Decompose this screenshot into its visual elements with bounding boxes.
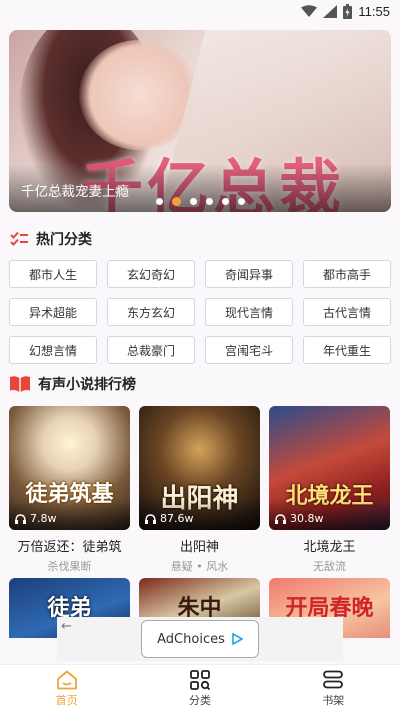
book-cover: 北境龙王 30.8w <box>269 406 390 530</box>
banner-caption: 千亿总裁宠妻上瘾 <box>21 184 129 200</box>
book-tag: 悬疑 • 风水 <box>170 560 229 573</box>
banner-carousel[interactable]: 千亿总裁 千亿总裁宠妻上瘾 <box>9 30 391 212</box>
category-tag[interactable]: 现代言情 <box>205 298 293 326</box>
checklist-icon <box>10 231 28 246</box>
book-card[interactable]: 徒弟筑基 7.8w 万倍返还：徒弟筑 杀伐果断 <box>9 406 130 574</box>
home-icon <box>56 670 77 689</box>
adchoices-button[interactable]: AdChoices <box>141 620 259 658</box>
category-icon <box>190 669 210 690</box>
book-title: 出阳神 <box>179 540 219 555</box>
play-count: 30.8w <box>275 512 324 525</box>
headphones-icon <box>275 513 286 524</box>
category-tag[interactable]: 异术超能 <box>9 298 97 326</box>
carousel-dot[interactable] <box>171 197 181 206</box>
carousel-dot[interactable] <box>237 198 245 205</box>
category-tag[interactable]: 幻想言情 <box>9 336 97 364</box>
category-tag[interactable]: 年代重生 <box>303 336 391 364</box>
carousel-dot[interactable] <box>189 198 197 205</box>
carousel-dot[interactable] <box>155 198 163 205</box>
bottom-tab-bar: 首页 分类 书架 <box>0 664 400 712</box>
category-tag[interactable]: 东方玄幻 <box>107 298 195 326</box>
category-tag[interactable]: 总裁豪门 <box>107 336 195 364</box>
book-card[interactable]: 出阳神 87.6w 出阳神 悬疑 • 风水 <box>139 406 260 574</box>
category-tag[interactable]: 奇闻异事 <box>205 260 293 288</box>
category-tag[interactable]: 宫闱宅斗 <box>205 336 293 364</box>
book-title: 万倍返还：徒弟筑 <box>17 540 122 555</box>
signal-icon <box>323 5 338 18</box>
category-grid: 都市人生 玄幻奇幻 奇闻异事 都市高手 异术超能 东方玄幻 现代言情 古代言情 … <box>9 260 391 364</box>
battery-icon <box>343 4 353 19</box>
carousel-dot[interactable] <box>221 198 229 205</box>
headphones-icon <box>145 513 156 524</box>
ranking-list: 徒弟筑基 7.8w 万倍返还：徒弟筑 杀伐果断 出阳神 87.6w 出阳神 悬疑… <box>9 406 391 574</box>
category-tag[interactable]: 古代言情 <box>303 298 391 326</box>
book-title: 北境龙王 <box>303 540 356 555</box>
ad-banner: ← AdChoices <box>57 617 343 661</box>
bookshelf-icon <box>323 670 344 688</box>
carousel-indicator <box>9 197 391 206</box>
section-title: 有声小说排行榜 <box>38 377 136 393</box>
book-cover: 徒弟筑基 7.8w <box>9 406 130 530</box>
carousel-dot[interactable] <box>205 198 213 205</box>
category-tag[interactable]: 都市高手 <box>303 260 391 288</box>
tab-bookshelf[interactable]: 书架 <box>267 665 400 712</box>
tab-label: 书架 <box>322 693 345 707</box>
open-book-icon <box>10 376 30 392</box>
book-cover: 出阳神 87.6w <box>139 406 260 530</box>
tab-label: 分类 <box>188 693 211 707</box>
book-tag: 杀伐果断 <box>47 560 92 573</box>
status-bar: 11:55 <box>0 0 400 26</box>
play-count: 87.6w <box>145 512 194 525</box>
status-time: 11:55 <box>358 4 390 19</box>
back-arrow-icon[interactable]: ← <box>61 619 72 634</box>
play-count: 7.8w <box>15 512 57 525</box>
section-title: 热门分类 <box>36 232 92 248</box>
tab-home[interactable]: 首页 <box>0 665 133 712</box>
category-tag[interactable]: 玄幻奇幻 <box>107 260 195 288</box>
book-card[interactable]: 北境龙王 30.8w 北境龙王 无敌流 <box>269 406 390 574</box>
book-tag: 无敌流 <box>313 560 346 573</box>
adchoices-icon <box>232 633 243 645</box>
tab-category[interactable]: 分类 <box>133 665 266 712</box>
hot-categories-header: 热门分类 <box>10 229 92 249</box>
tab-label: 首页 <box>55 693 78 707</box>
ranking-header: 有声小说排行榜 <box>10 374 136 394</box>
wifi-icon <box>301 5 318 17</box>
category-tag[interactable]: 都市人生 <box>9 260 97 288</box>
headphones-icon <box>15 513 26 524</box>
